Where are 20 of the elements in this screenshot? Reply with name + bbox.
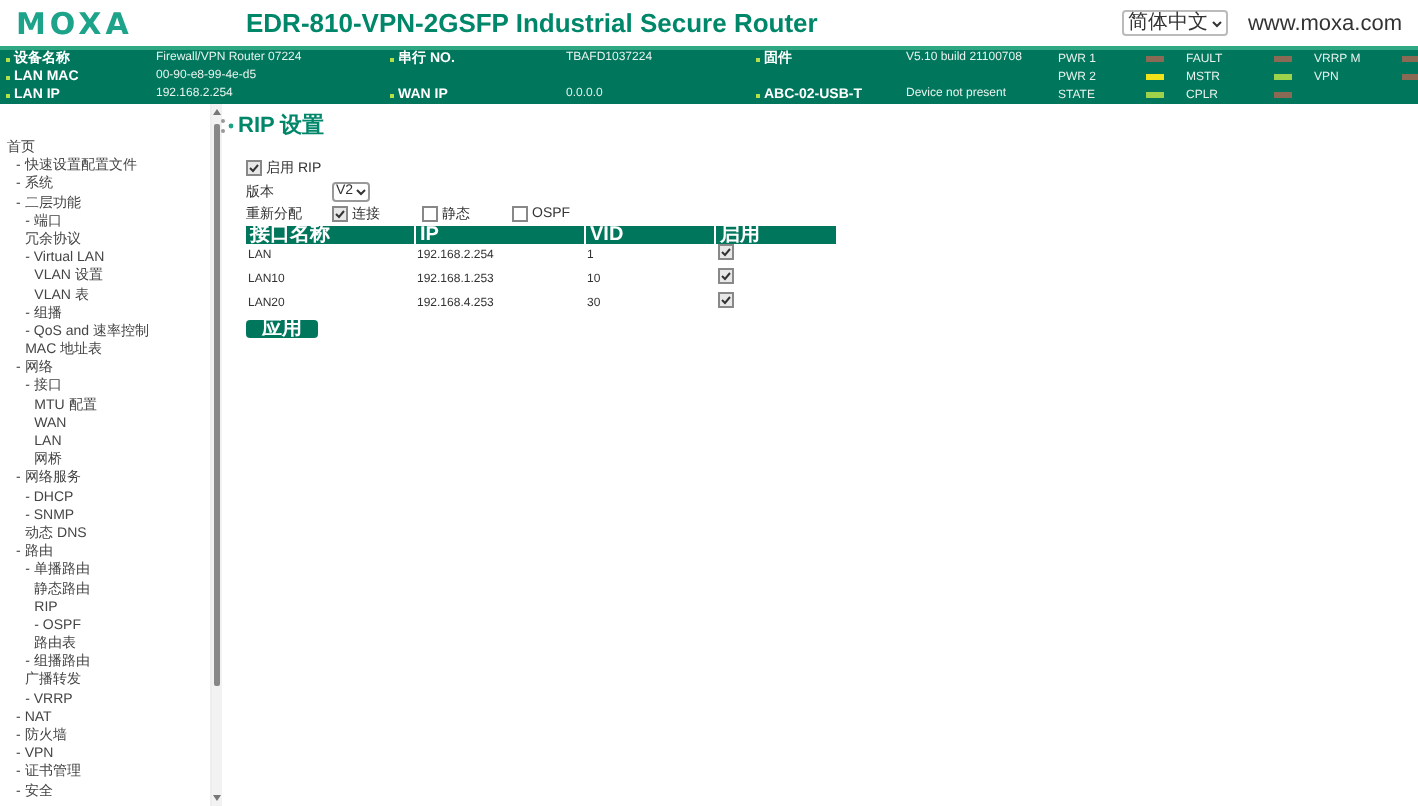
- caret-icon: [355, 187, 366, 195]
- down-arrow-icon[interactable]: [212, 794, 223, 802]
- checkbox[interactable]: [246, 160, 262, 176]
- language-select[interactable]: 简体中文: [1121, 10, 1228, 36]
- column-header: VID: [585, 226, 715, 244]
- checkbox[interactable]: [717, 244, 733, 260]
- checkbox[interactable]: [512, 205, 528, 221]
- website-link[interactable]: www.moxa.com: [1247, 11, 1402, 35]
- checkbox[interactable]: [717, 292, 733, 308]
- checkbox[interactable]: [717, 268, 733, 284]
- scrollbar[interactable]: [212, 104, 223, 806]
- product-title: EDR-810-VPN-2GSFP Industrial Secure Router: [246, 8, 820, 38]
- up-arrow-icon[interactable]: [212, 108, 223, 116]
- page-title: RIP 设置: [238, 111, 325, 140]
- logo: MOXA: [16, 5, 135, 41]
- column-header: IP: [415, 226, 585, 244]
- dots-icon: [220, 117, 234, 133]
- caret-icon: [1211, 19, 1222, 27]
- checkbox[interactable]: [332, 205, 348, 221]
- checkbox[interactable]: [422, 205, 438, 221]
